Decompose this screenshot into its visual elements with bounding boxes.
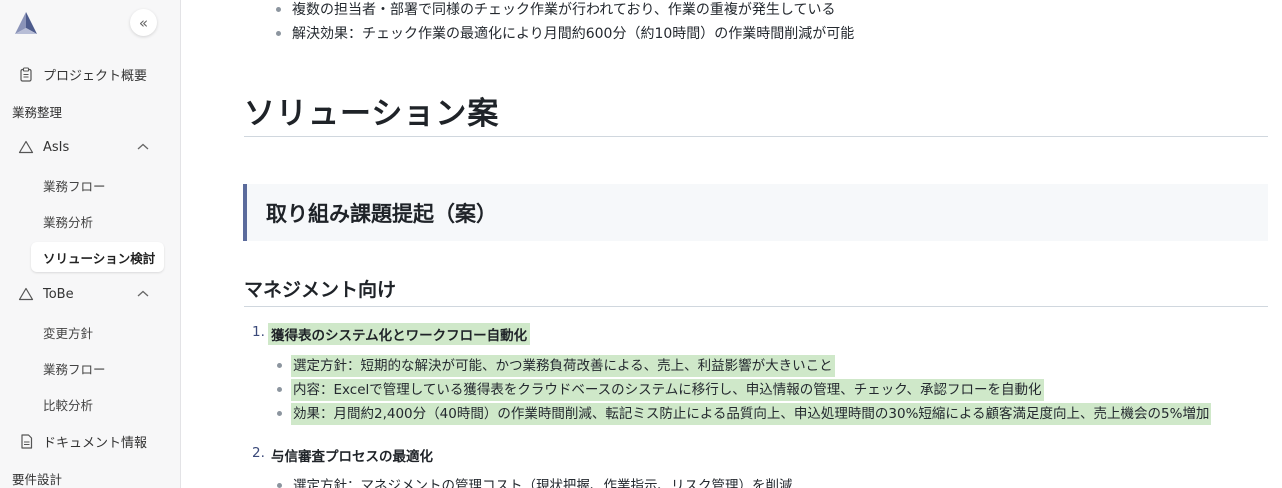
sidebar-item-tobe-flow[interactable]: 業務フロー [43,359,106,378]
document-content: 複数の担当者・部署で同様のチェック作業が行われており、作業の重複が発生している … [181,0,1282,488]
bullet-dot [277,411,282,416]
app-logo-icon[interactable] [12,10,40,36]
callout-title: 取り組み課題提起（案） [266,202,497,226]
heading-divider [244,306,1268,307]
sidebar: « プロジェクト概要 業務整理 AsIs 業務フロー 業務分析 ソリューション検… [0,0,181,488]
bullet-dot [276,31,281,36]
ordered-number: 2. [252,445,265,461]
ordered-number: 1. [252,324,265,340]
sidebar-item-project-overview[interactable]: プロジェクト概要 [0,59,181,89]
list-item: 複数の担当者・部署で同様のチェック作業が行われており、作業の重複が発生している [292,2,836,18]
sidebar-section-business: 業務整理 [12,105,63,120]
sidebar-item-asis-flow[interactable]: 業務フロー [43,176,106,195]
collapse-sidebar-button[interactable]: « [130,9,157,36]
sidebar-item-label: AsIs [43,139,70,155]
clipboard-icon [18,66,34,82]
list-item: 選定方針：マネジメントの管理コスト（現状把握、作業指示、リスク管理）を削減 [293,478,793,488]
chevron-up-icon[interactable] [136,140,150,154]
list-item: 解決効果：チェック作業の最適化により月間約600分（約10時間）の作業時間削減が… [292,26,855,42]
section-heading-solution: ソリューション案 [244,96,500,132]
sidebar-item-asis[interactable]: AsIs [0,132,181,162]
document-icon [18,433,34,449]
ordered-item-title: 与信審査プロセスの最適化 [271,449,433,465]
sidebar-item-asis-analysis[interactable]: 業務分析 [43,212,93,231]
heading-divider [244,136,1268,137]
bullet-dot [277,387,282,392]
list-item: 選定方針：短期的な解決が可能、かつ業務負荷改善による、売上、利益影響が大きいこと [291,355,835,377]
triangle-icon [18,286,34,302]
sidebar-item-tobe-compare[interactable]: 比較分析 [43,395,93,414]
subsection-heading-management: マネジメント向け [244,279,397,301]
bullet-dot [276,7,281,12]
list-item: 内容：Excelで管理している獲得表をクラウドベースのシステムに移行し、申込情報… [291,379,1044,401]
sidebar-item-label: プロジェクト概要 [43,68,148,84]
bullet-dot [277,483,282,488]
sidebar-item-document-info[interactable]: ドキュメント情報 [0,426,181,456]
list-item: 効果：月間約2,400分（40時間）の作業時間削減、転記ミス防止による品質向上、… [291,403,1212,425]
sidebar-item-label: ToBe [43,286,74,302]
sidebar-item-solution-active[interactable]: ソリューション検討 [31,242,164,272]
sidebar-item-label: ドキュメント情報 [43,435,148,451]
ordered-item-title: 獲得表のシステム化とワークフロー自動化 [268,323,531,345]
sidebar-item-tobe[interactable]: ToBe [0,279,181,309]
sidebar-item-tobe-policy[interactable]: 変更方針 [43,323,93,342]
bullet-dot [277,363,282,368]
callout-block: 取り組み課題提起（案） [243,184,1268,241]
triangle-icon [18,139,34,155]
sidebar-section-requirements: 要件設計 [12,472,63,487]
chevron-up-icon[interactable] [136,287,150,301]
